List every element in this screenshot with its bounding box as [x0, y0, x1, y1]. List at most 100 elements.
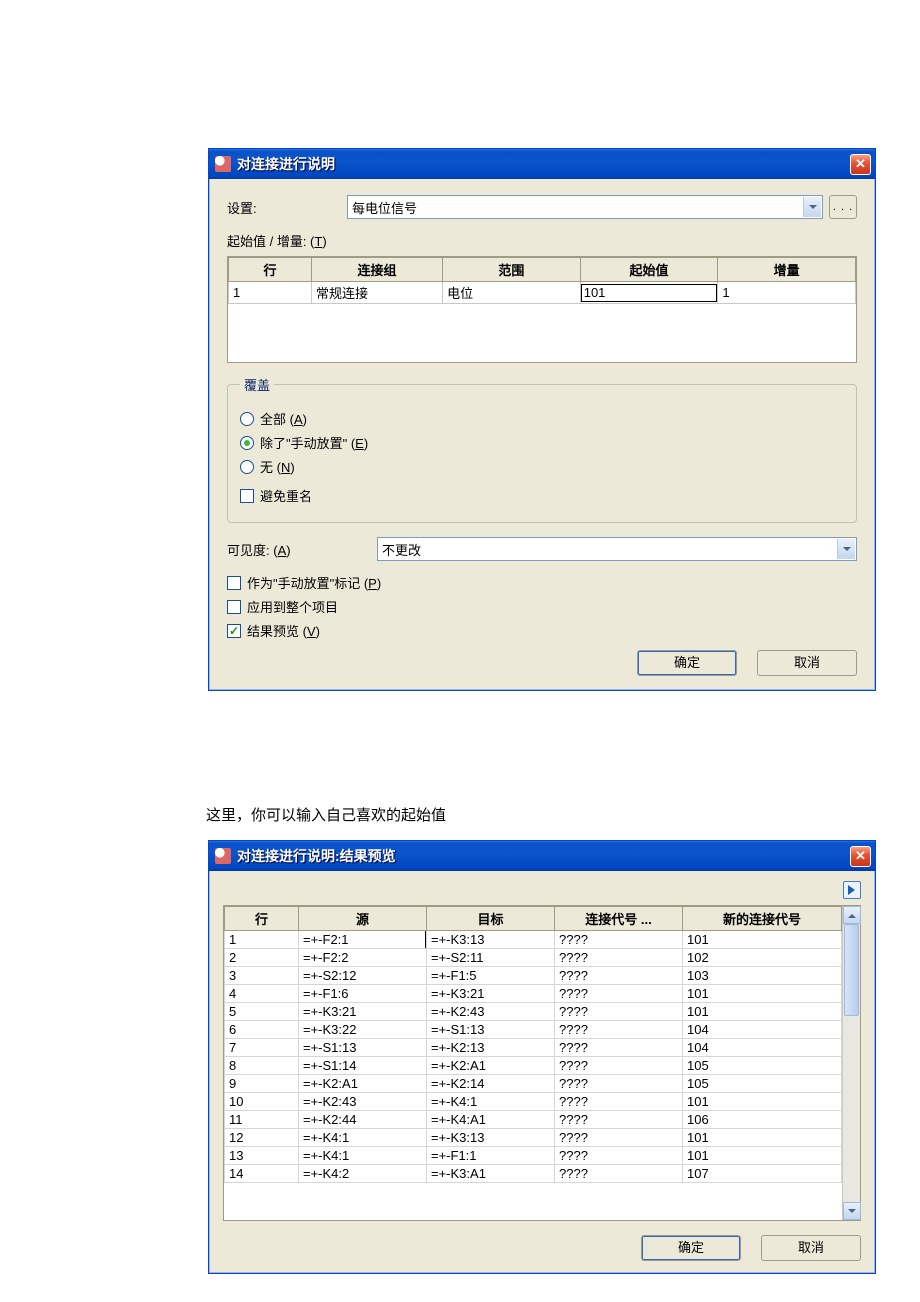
cell-newcode[interactable]: 101	[683, 1147, 842, 1165]
cell-code[interactable]: ????	[555, 1111, 683, 1129]
cell-row[interactable]: 11	[225, 1111, 299, 1129]
close-icon[interactable]: ✕	[850, 154, 871, 175]
cell-row[interactable]: 4	[225, 985, 299, 1003]
cell-row[interactable]: 8	[225, 1057, 299, 1075]
cell-source[interactable]: =+-K3:21	[299, 1003, 427, 1021]
cell-target[interactable]: =+-F1:5	[427, 967, 555, 985]
cell-newcode[interactable]: 101	[683, 1003, 842, 1021]
cell-source[interactable]: =+-S1:13	[299, 1039, 427, 1057]
title-bar[interactable]: 对连接进行说明:结果预览 ✕	[209, 841, 875, 871]
cell-code[interactable]: ????	[555, 1075, 683, 1093]
cell-code[interactable]: ????	[555, 1165, 683, 1183]
cell-row[interactable]: 1	[229, 282, 312, 304]
cell-newcode[interactable]: 104	[683, 1021, 842, 1039]
cell-target[interactable]: =+-S1:13	[427, 1021, 555, 1039]
cell-source[interactable]: =+-K2:43	[299, 1093, 427, 1111]
cell-row[interactable]: 12	[225, 1129, 299, 1147]
checkbox-avoid-duplicate[interactable]	[240, 489, 254, 503]
table-row[interactable]: 10=+-K2:43=+-K4:1????101	[225, 1093, 842, 1111]
cell-row[interactable]: 2	[225, 949, 299, 967]
cell-target[interactable]: =+-F1:1	[427, 1147, 555, 1165]
checkbox-apply-whole-project[interactable]	[227, 600, 241, 614]
play-button[interactable]	[843, 881, 861, 899]
cell-source[interactable]: =+-K4:1	[299, 1129, 427, 1147]
table-row[interactable]: 4=+-F1:6=+-K3:21????101	[225, 985, 842, 1003]
cell-target[interactable]: =+-K3:13	[427, 931, 555, 949]
cell-newcode[interactable]: 104	[683, 1039, 842, 1057]
cell-code[interactable]: ????	[555, 1057, 683, 1075]
table-row[interactable]: 3=+-S2:12=+-F1:5????103	[225, 967, 842, 985]
cell-row[interactable]: 10	[225, 1093, 299, 1111]
chevron-down-icon[interactable]	[803, 197, 821, 217]
cell-row[interactable]: 3	[225, 967, 299, 985]
cell-range[interactable]: 电位	[443, 282, 581, 304]
cell-target[interactable]: =+-K2:43	[427, 1003, 555, 1021]
cell-row[interactable]: 5	[225, 1003, 299, 1021]
close-icon[interactable]: ✕	[850, 846, 871, 867]
cell-target[interactable]: =+-K2:14	[427, 1075, 555, 1093]
cell-newcode[interactable]: 105	[683, 1075, 842, 1093]
scroll-up-icon[interactable]	[843, 906, 861, 924]
table-row[interactable]: 14=+-K4:2=+-K3:A1????107	[225, 1165, 842, 1183]
cell-newcode[interactable]: 107	[683, 1165, 842, 1183]
cell-code[interactable]: ????	[555, 1003, 683, 1021]
cell-code[interactable]: ????	[555, 1147, 683, 1165]
table-row[interactable]: 6=+-K3:22=+-S1:13????104	[225, 1021, 842, 1039]
cell-target[interactable]: =+-S2:11	[427, 949, 555, 967]
settings-select[interactable]: 每电位信号	[347, 195, 823, 219]
cell-target[interactable]: =+-K2:13	[427, 1039, 555, 1057]
checkbox-mark-manual[interactable]	[227, 576, 241, 590]
cell-newcode[interactable]: 101	[683, 985, 842, 1003]
chevron-down-icon[interactable]	[837, 539, 855, 559]
table-row[interactable]: 9=+-K2:A1=+-K2:14????105	[225, 1075, 842, 1093]
cell-code[interactable]: ????	[555, 1093, 683, 1111]
scroll-thumb[interactable]	[844, 924, 859, 1016]
cell-code[interactable]: ????	[555, 967, 683, 985]
cancel-button[interactable]: 取消	[757, 650, 857, 676]
cell-newcode[interactable]: 105	[683, 1057, 842, 1075]
cell-group[interactable]: 常规连接	[312, 282, 443, 304]
cell-source[interactable]: =+-K4:1	[299, 1147, 427, 1165]
table-row[interactable]: 11=+-K2:44=+-K4:A1????106	[225, 1111, 842, 1129]
table-row[interactable]: 8=+-S1:14=+-K2:A1????105	[225, 1057, 842, 1075]
radio-all[interactable]	[240, 412, 254, 426]
cell-target[interactable]: =+-K4:1	[427, 1093, 555, 1111]
cell-source[interactable]: =+-F2:1	[299, 931, 427, 949]
cell-code[interactable]: ????	[555, 949, 683, 967]
cell-source[interactable]: =+-F1:6	[299, 985, 427, 1003]
checkbox-result-preview[interactable]	[227, 624, 241, 638]
settings-more-button[interactable]: . . .	[829, 195, 857, 219]
cell-row[interactable]: 6	[225, 1021, 299, 1039]
cell-row[interactable]: 7	[225, 1039, 299, 1057]
cell-source[interactable]: =+-K2:A1	[299, 1075, 427, 1093]
cell-start[interactable]	[580, 282, 718, 304]
table-row[interactable]: 12=+-K4:1=+-K3:13????101	[225, 1129, 842, 1147]
cell-row[interactable]: 1	[225, 931, 299, 949]
grid-row[interactable]: 1 常规连接 电位 1	[229, 282, 856, 304]
vertical-scrollbar[interactable]	[842, 906, 860, 1220]
cell-newcode[interactable]: 106	[683, 1111, 842, 1129]
cell-source[interactable]: =+-F2:2	[299, 949, 427, 967]
ok-button[interactable]: 确定	[637, 650, 737, 676]
cell-target[interactable]: =+-K4:A1	[427, 1111, 555, 1129]
cell-newcode[interactable]: 101	[683, 1129, 842, 1147]
visibility-select[interactable]: 不更改	[377, 537, 857, 561]
table-row[interactable]: 5=+-K3:21=+-K2:43????101	[225, 1003, 842, 1021]
cell-newcode[interactable]: 103	[683, 967, 842, 985]
cell-row[interactable]: 13	[225, 1147, 299, 1165]
cancel-button[interactable]: 取消	[761, 1235, 861, 1261]
cell-target[interactable]: =+-K3:A1	[427, 1165, 555, 1183]
start-value-input[interactable]	[581, 284, 718, 302]
cell-source[interactable]: =+-K3:22	[299, 1021, 427, 1039]
cell-code[interactable]: ????	[555, 931, 683, 949]
table-row[interactable]: 2=+-F2:2=+-S2:11????102	[225, 949, 842, 967]
title-bar[interactable]: 对连接进行说明 ✕	[209, 149, 875, 179]
scroll-down-icon[interactable]	[843, 1202, 861, 1220]
cell-source[interactable]: =+-S1:14	[299, 1057, 427, 1075]
radio-none[interactable]	[240, 460, 254, 474]
table-row[interactable]: 7=+-S1:13=+-K2:13????104	[225, 1039, 842, 1057]
cell-target[interactable]: =+-K3:21	[427, 985, 555, 1003]
cell-inc[interactable]: 1	[718, 282, 856, 304]
ok-button[interactable]: 确定	[641, 1235, 741, 1261]
cell-newcode[interactable]: 101	[683, 1093, 842, 1111]
